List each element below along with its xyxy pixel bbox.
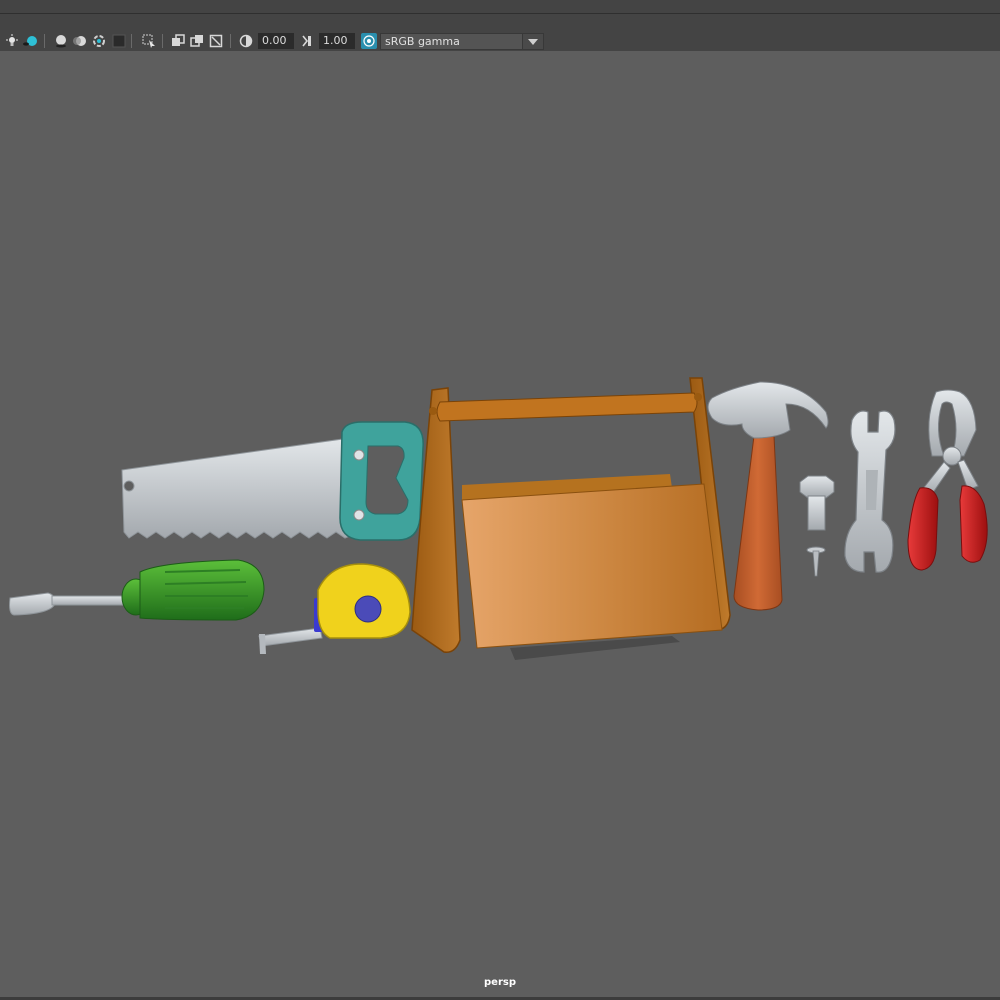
tape-measure-model[interactable] <box>258 563 411 654</box>
anti-alias-icon[interactable] <box>91 33 107 49</box>
gamma-field[interactable]: 1.00 <box>319 33 355 49</box>
toolbox-model[interactable] <box>411 377 731 660</box>
select-icon[interactable] <box>141 33 157 49</box>
exposure-field[interactable]: 0.00 <box>258 33 294 49</box>
chevron-down-icon[interactable] <box>522 34 543 49</box>
backface-icon[interactable] <box>208 33 224 49</box>
gamma-icon[interactable] <box>299 33 315 49</box>
toolbar-separator <box>131 34 132 48</box>
motion-blur-icon[interactable] <box>71 33 87 49</box>
xray-icon[interactable] <box>170 33 186 49</box>
color-space-label: sRGB gamma <box>385 35 460 48</box>
ao-icon[interactable] <box>53 33 69 49</box>
toolbar-separator <box>44 34 45 48</box>
camera-label: persp <box>484 977 516 988</box>
exposure-icon[interactable] <box>238 33 254 49</box>
toolbar-separator <box>162 34 163 48</box>
isolate-icon[interactable] <box>111 33 127 49</box>
light-icon[interactable] <box>4 33 20 49</box>
shadow-icon[interactable] <box>22 33 38 49</box>
color-management-icon[interactable] <box>361 33 377 49</box>
screwdriver-model[interactable] <box>9 559 265 621</box>
perspective-viewport[interactable] <box>0 52 1000 998</box>
bolt-model[interactable] <box>799 475 835 531</box>
menu-strip <box>0 0 1000 14</box>
wrench-model[interactable] <box>844 410 896 573</box>
pliers-model[interactable] <box>907 389 988 571</box>
saw-model[interactable] <box>121 421 424 541</box>
toolbar-separator <box>230 34 231 48</box>
nail-model[interactable] <box>806 546 826 577</box>
xray-joints-icon[interactable] <box>189 33 205 49</box>
color-space-dropdown[interactable]: sRGB gamma <box>380 33 544 50</box>
